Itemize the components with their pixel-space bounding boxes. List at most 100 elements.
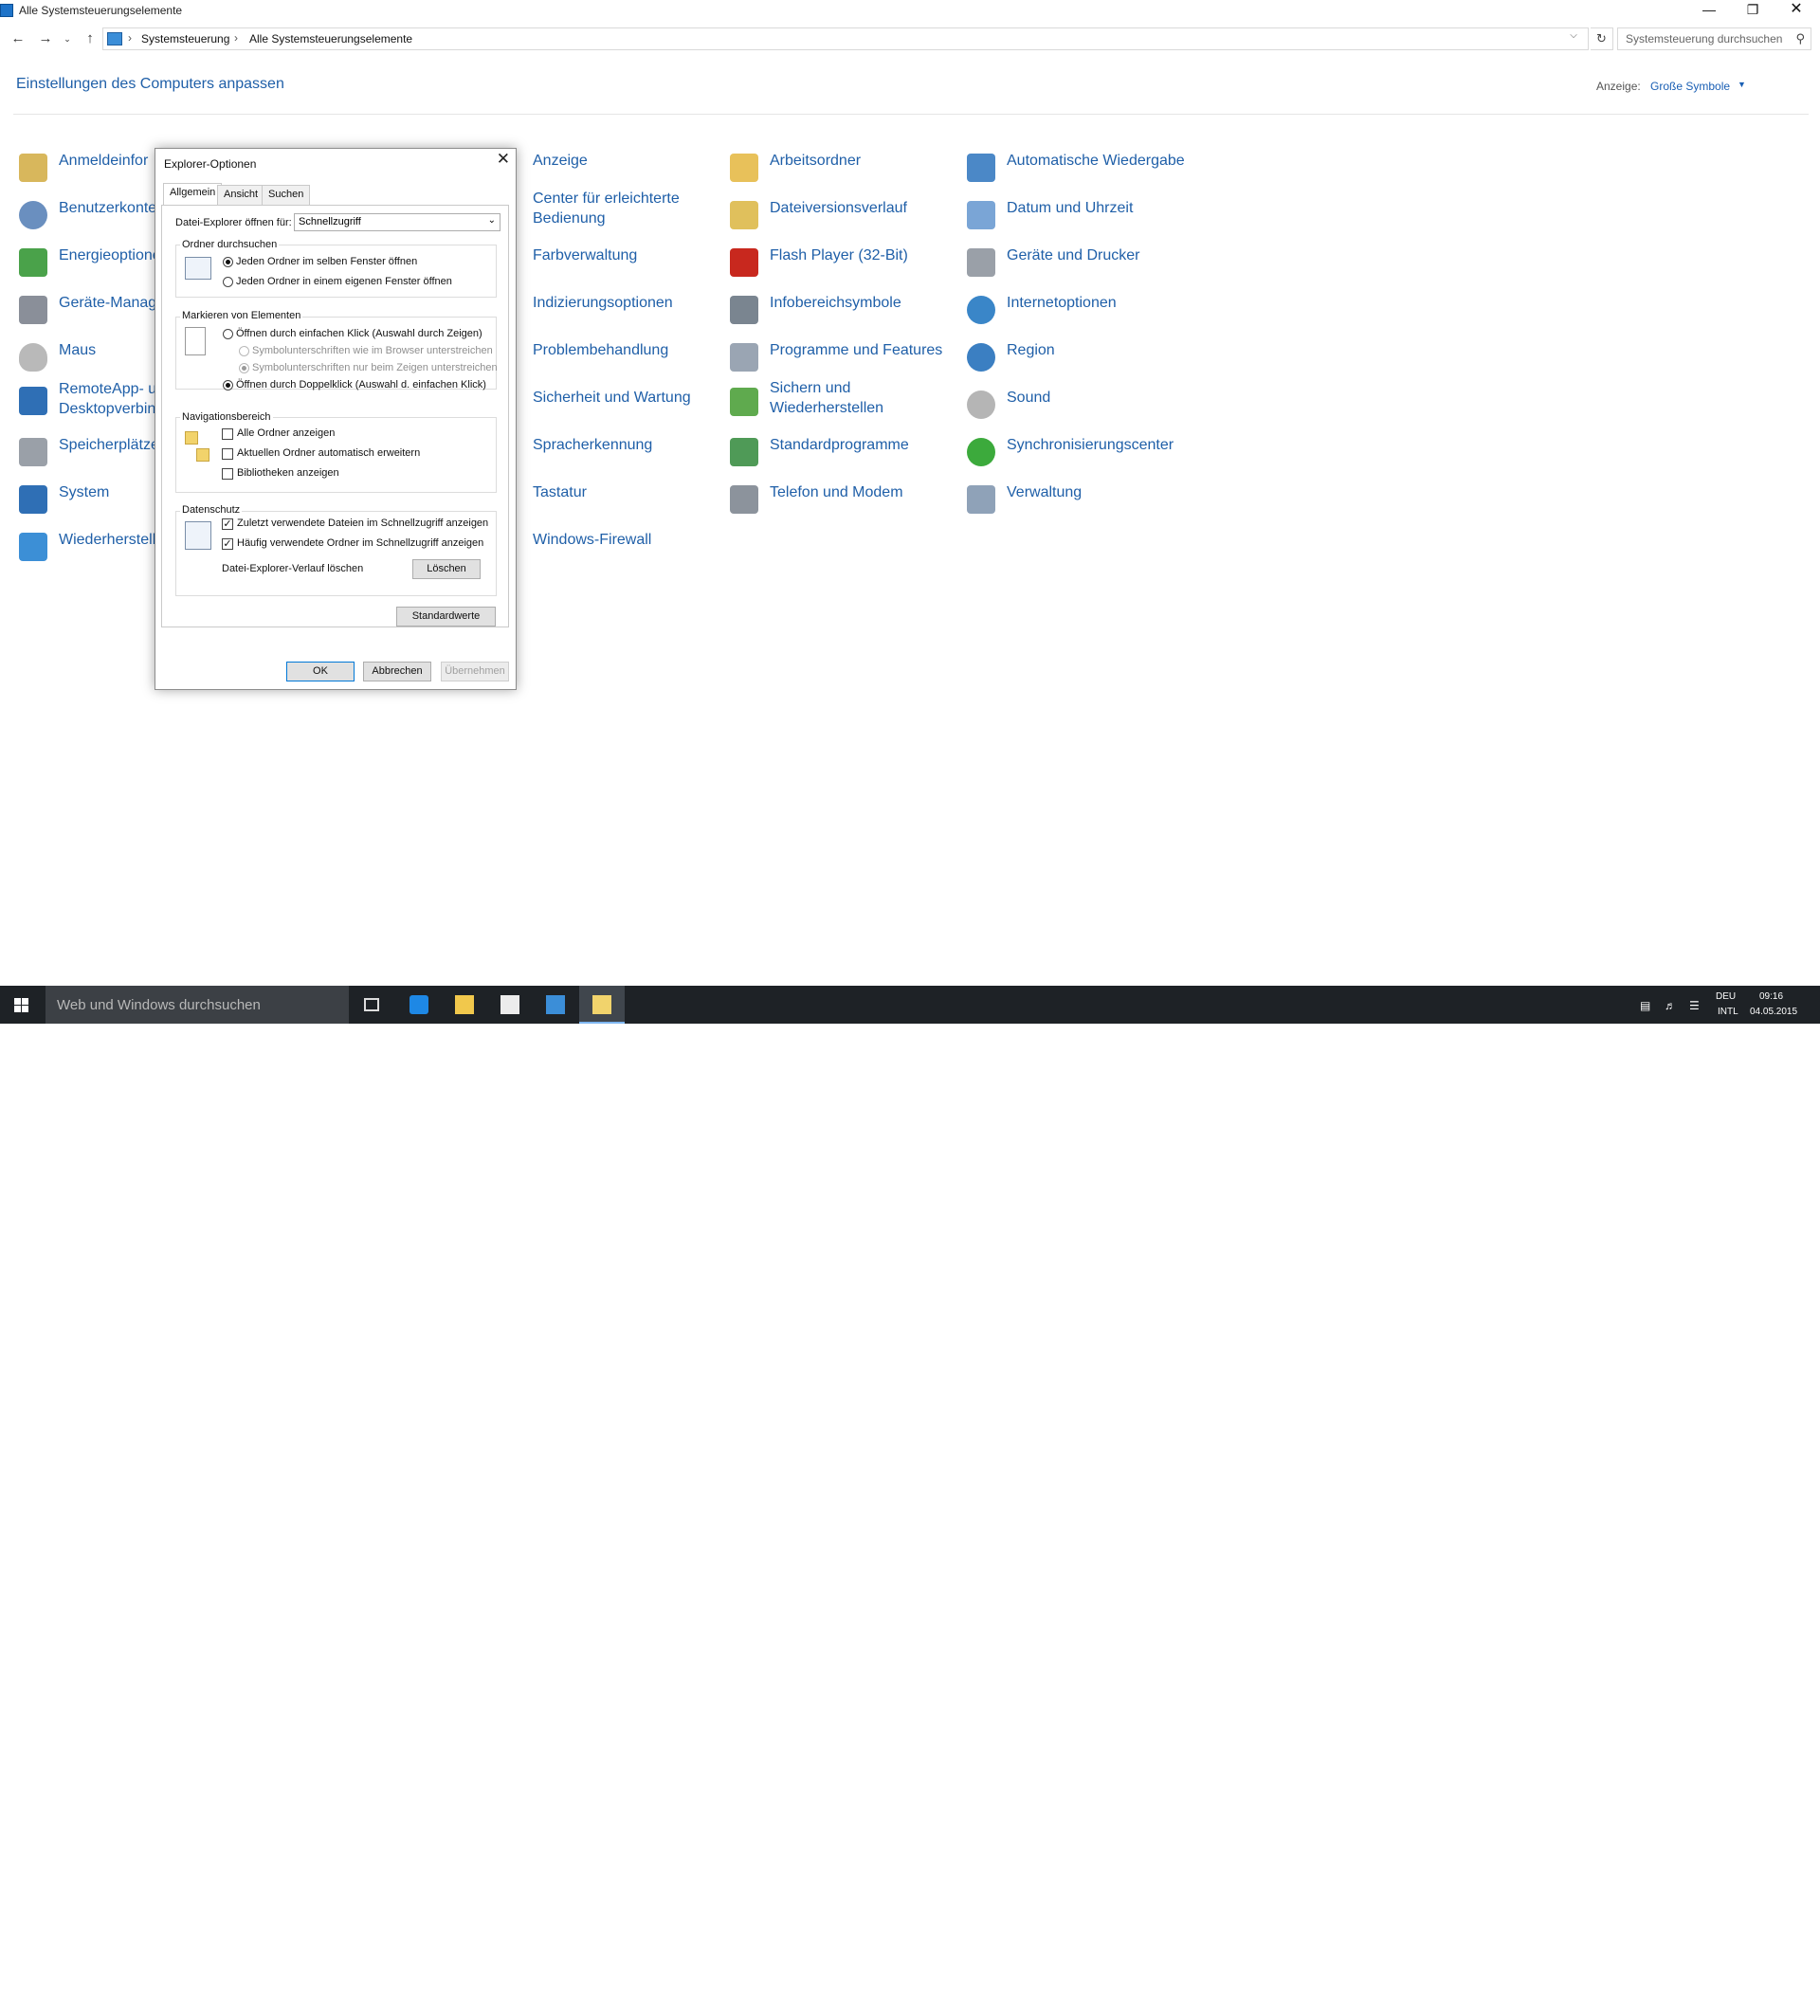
notifications-icon[interactable]: ☰ [1689,999,1700,1012]
start-button[interactable] [0,986,44,1024]
opt-own-window-label: Jeden Ordner in einem eigenen Fenster öf… [236,276,452,287]
window-title: Alle Systemsteuerungselemente [19,4,183,17]
minimize-button[interactable]: — [1687,0,1731,23]
opt-underline-browser-label: Symbolunterschriften wie im Browser unte… [252,345,493,356]
keyboard-layout-indicator[interactable]: INTL [1718,1007,1738,1017]
item-label: Anmeldeinfor [59,153,149,169]
windows-logo-icon [22,998,28,1005]
group-title: Datenschutz [180,504,243,516]
clock-date[interactable]: 04.05.2015 [1750,1007,1797,1017]
radio-single-click[interactable] [223,329,233,339]
taskbar-control-panel[interactable] [533,986,578,1024]
dialog-close-icon[interactable]: ✕ [497,150,510,169]
item-label: Datum und Uhrzeit [1007,200,1134,216]
taskbar-explorer-options[interactable] [579,986,625,1024]
control-panel-icon [0,4,13,17]
group-title: Ordner durchsuchen [180,239,280,250]
monitor-icon [730,296,758,324]
tab-general[interactable]: Allgemein [163,183,223,206]
taskbar-store[interactable] [487,986,533,1024]
opt-single-click-label: Öffnen durch einfachen Klick (Auswahl du… [236,328,482,339]
search-placeholder: Systemsteuerung durchsuchen [1626,32,1783,45]
radio-double-click[interactable] [223,380,233,390]
cancel-button[interactable]: Abbrechen [363,662,431,681]
network-icon[interactable]: ▤ [1640,999,1650,1012]
folder-options-icon [592,995,611,1014]
item-label: Infobereichsymbole [770,295,901,311]
group-title: Navigationsbereich [180,411,273,423]
radio-open-own-window[interactable] [223,277,233,287]
item-label: Energieoptione [59,247,161,263]
open-for-select[interactable]: Schnellzugriff ⌄ [294,213,500,231]
view-mode-dropdown[interactable]: Große Symbole [1650,80,1730,93]
close-button[interactable]: ✕ [1774,0,1818,23]
item-label: Geräte und Drucker [1007,247,1140,263]
maximize-button[interactable]: ❐ [1731,0,1774,23]
item-label: Farbverwaltung [533,247,638,263]
radio-underline-browser[interactable] [239,346,249,356]
item-label: Verwaltung [1007,484,1083,500]
item-label: Telefon und Modem [770,484,903,500]
breadcrumb-separator-icon: › [234,31,238,45]
address-field[interactable]: › Systemsteuerung › Alle Systemsteuerung… [102,27,1589,50]
item-label: Maus [59,342,97,358]
open-for-value: Schnellzugriff [299,216,361,227]
item-label: Flash Player (32-Bit) [770,247,908,263]
ok-button[interactable]: OK [286,662,355,681]
remote-desktop-icon [19,387,47,415]
mouse-icon [19,343,47,372]
chevron-down-icon[interactable]: ▼ [1738,80,1746,89]
folder-icon [185,431,198,445]
restore-defaults-button[interactable]: Standardwerte [396,607,496,627]
recovery-icon [19,533,47,561]
item-label: Region [1007,342,1055,358]
recent-locations-button[interactable]: ⌄ [57,28,78,49]
globe-icon [967,296,995,324]
browser-icon [410,995,428,1014]
breadcrumb-all-items[interactable]: Alle Systemsteuerungselemente [249,32,412,45]
clear-history-button[interactable]: Löschen [412,559,481,579]
item-label: Automatische Wiedergabe [1007,153,1185,169]
search-input[interactable]: Systemsteuerung durchsuchen ⚲ [1617,27,1811,50]
breadcrumb-separator-icon: › [128,31,132,45]
clock-time[interactable]: 09:16 [1759,991,1783,1002]
address-dropdown-icon[interactable]: ⌵ [1566,27,1581,45]
show-libraries-label: Bibliotheken anzeigen [237,467,339,479]
calendar-icon [967,201,995,229]
volume-icon[interactable]: ♬ [1665,999,1676,1012]
item-label: Wiederherstellen [770,400,884,416]
frequent-folders-label: Häufig verwendete Ordner im Schnellzugri… [237,537,484,549]
view-label: Anzeige: [1596,80,1641,93]
back-button[interactable]: ← [8,28,28,49]
programs-icon [730,343,758,372]
page-title: Einstellungen des Computers anpassen [16,76,284,92]
opt-double-click-label: Öffnen durch Doppelklick (Auswahl d. ein… [236,379,486,390]
breadcrumb-systemsteuerung[interactable]: Systemsteuerung [141,32,229,45]
taskbar-search-input[interactable]: Web und Windows durchsuchen [46,986,349,1024]
refresh-button[interactable]: ↻ [1591,27,1613,50]
forward-button[interactable]: → [35,28,56,49]
item-label: Indizierungsoptionen [533,295,673,311]
opt-underline-point-label: Symbolunterschriften nur beim Zeigen unt… [252,362,498,373]
tab-view[interactable]: Ansicht [217,185,265,205]
checkbox-recent-files[interactable]: ✓ [222,518,233,530]
taskbar-file-explorer[interactable] [442,986,487,1024]
checkbox-expand-current-folder[interactable] [222,448,233,460]
checkbox-show-libraries[interactable] [222,468,233,480]
radio-open-same-window[interactable] [223,257,233,267]
tab-search[interactable]: Suchen [262,185,311,205]
checkbox-frequent-folders[interactable]: ✓ [222,538,233,550]
file-history-icon [730,201,758,229]
checkbox-show-all-folders[interactable] [222,428,233,440]
language-indicator[interactable]: DEU [1716,991,1736,1002]
radio-underline-point[interactable] [239,363,249,373]
item-label: Desktopverbin [59,401,156,417]
apply-button[interactable]: Übernehmen [441,662,509,681]
task-view-button[interactable] [349,986,394,1024]
storage-icon [19,438,47,466]
item-label: Standardprogramme [770,437,909,453]
explorer-options-dialog: Explorer-Optionen ✕ Allgemein Ansicht Su… [155,148,517,690]
up-button[interactable]: ↑ [80,28,100,49]
taskbar-edge[interactable] [396,986,442,1024]
title-bar: Alle Systemsteuerungselemente — ❐ ✕ [0,0,1820,23]
